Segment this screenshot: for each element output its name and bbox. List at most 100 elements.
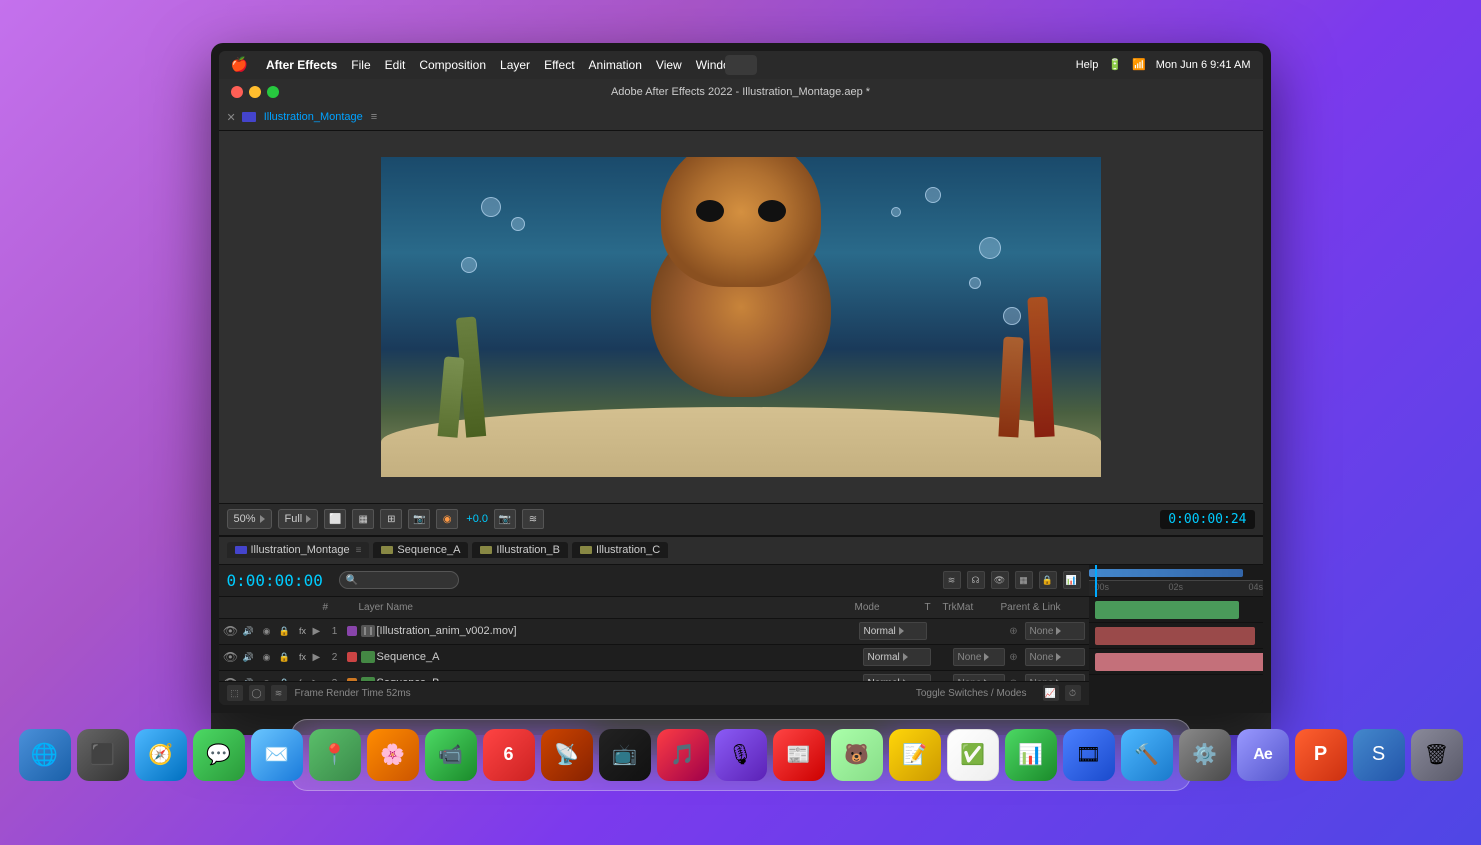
menu-item-view[interactable]: View [656, 58, 682, 72]
timeline-tab-label-1: Sequence_A [397, 544, 460, 556]
layer-1-mode-selector[interactable]: Normal [859, 622, 927, 640]
timeline-tab-illustration-b[interactable]: Illustration_B [472, 542, 568, 558]
layer-1-solo-button[interactable]: ◉ [259, 623, 275, 639]
layer-2-solo-button[interactable]: ◉ [259, 649, 275, 665]
timeline-tab-label-0: Illustration_Montage [251, 544, 350, 556]
dock-fantastical-icon[interactable]: 6 [483, 729, 535, 781]
dock-maps-icon[interactable]: 📍 [309, 729, 361, 781]
menu-item-layer[interactable]: Layer [500, 58, 530, 72]
menu-item-animation[interactable]: Animation [589, 58, 642, 72]
tab-icon-2 [480, 546, 492, 554]
dock-safari-icon[interactable]: 🧭 [135, 729, 187, 781]
menu-item-file[interactable]: File [351, 58, 370, 72]
enable-motion-blur-button[interactable]: ≋ [943, 571, 961, 589]
color-picker-button[interactable]: ◉ [436, 509, 458, 529]
menu-item-help[interactable]: Help [1076, 59, 1099, 71]
dock-appletv-icon[interactable]: 📺 [599, 729, 651, 781]
zoom-selector[interactable]: 50% [227, 509, 272, 529]
toggle-switches-button[interactable]: Toggle Switches / Modes [916, 688, 1027, 699]
dock-aftereffects-icon[interactable]: Ae [1237, 729, 1289, 781]
dock-podcasts-icon[interactable]: 🎙 [715, 729, 767, 781]
timeline-tab-sequence-a[interactable]: Sequence_A [373, 542, 468, 558]
lock-dims-button[interactable]: 🔒 [1039, 571, 1057, 589]
dock-trash-icon[interactable]: 🗑 [1411, 729, 1463, 781]
battery-icon: 🔋 [1108, 58, 1122, 71]
dock: 🌐 ⬛ 🧭 💬 ✉️ 📍 🌸 📹 6 📡 📺 [291, 719, 1191, 791]
region-of-interest-button[interactable]: ⬜ [324, 509, 346, 529]
dock-xcode-icon[interactable]: 🔨 [1121, 729, 1173, 781]
search-icon: 🔍 [346, 575, 358, 586]
solo-mode-button[interactable]: ◯ [249, 685, 265, 701]
dock-powerpoint-icon[interactable]: P [1295, 729, 1347, 781]
dock-music-icon[interactable]: 🎵 [657, 729, 709, 781]
apple-logo-icon[interactable]: 🍎 [231, 56, 248, 73]
layer-2-trkmat-selector[interactable]: None [953, 648, 1005, 666]
new-comp-button[interactable]: ⬚ [227, 685, 243, 701]
timeline-tab-illustration-montage[interactable]: Illustration_Montage ≡ [227, 542, 370, 558]
dock-news-icon[interactable]: 📰 [773, 729, 825, 781]
layer-1-lock-button[interactable]: 🔒 [277, 623, 293, 639]
comp-tab-menu-icon[interactable]: ≡ [371, 111, 377, 123]
dock-launchpad-icon[interactable]: ⬛ [77, 729, 129, 781]
layer-2-label [347, 652, 357, 662]
menu-item-effect[interactable]: Effect [544, 58, 574, 72]
enable-3d-button[interactable]: ☊ [967, 571, 985, 589]
time-remap-button[interactable]: ⏱ [1065, 685, 1081, 701]
dock-setapp-icon[interactable]: S [1353, 729, 1405, 781]
layer-search-input[interactable]: 🔍 [339, 571, 459, 589]
dock-bear-icon[interactable]: 🐻 [831, 729, 883, 781]
layer-2-visibility-button[interactable]: 👁 [223, 649, 239, 665]
layer-2-name[interactable]: Sequence_A [377, 651, 861, 663]
dock-notes-icon[interactable]: 📝 [889, 729, 941, 781]
layer-2-audio-button[interactable]: 🔊 [241, 649, 257, 665]
layer-1-bar[interactable] [1095, 601, 1239, 619]
dock-finder-icon[interactable]: 🌐 [19, 729, 71, 781]
viewer-grid-button[interactable]: ⊞ [380, 509, 402, 529]
dock-photos-icon[interactable]: 🌸 [367, 729, 419, 781]
layer-1-expand-button[interactable]: ▶ [313, 626, 325, 637]
frame-blending-button[interactable]: ▦ [1015, 571, 1033, 589]
toggle-transparency-button[interactable]: ▦ [352, 509, 374, 529]
quality-selector[interactable]: Full [278, 509, 319, 529]
dock-messages-icon[interactable]: 💬 [193, 729, 245, 781]
layer-1-audio-button[interactable]: 🔊 [241, 623, 257, 639]
playhead[interactable] [1095, 565, 1097, 597]
camera-button[interactable]: 📷 [494, 509, 516, 529]
dock-keynote-icon[interactable]: 🎞 [1063, 729, 1115, 781]
layer-1-effect-button[interactable]: fx [295, 623, 311, 639]
layer-2-expand-button[interactable]: ▶ [313, 652, 325, 663]
chart-view-button[interactable]: 📊 [1063, 571, 1081, 589]
comp-tab-title[interactable]: Illustration_Montage [264, 111, 363, 123]
menu-item-edit[interactable]: Edit [385, 58, 406, 72]
layer-3-bar[interactable] [1095, 653, 1263, 671]
menu-item-composition[interactable]: Composition [419, 58, 486, 72]
minimize-button[interactable] [249, 86, 261, 98]
layer-1-visibility-button[interactable]: 👁 [223, 623, 239, 639]
motion-blur-button[interactable]: ≋ [522, 509, 544, 529]
shy-layers-button[interactable]: 👁 [991, 571, 1009, 589]
comp-panel-close[interactable]: ✕ [227, 111, 236, 124]
timeline-tab-label-3: Illustration_C [596, 544, 660, 556]
snapshot-button[interactable]: 📷 [408, 509, 430, 529]
layer-2-parent-selector[interactable]: None [1025, 648, 1085, 666]
maximize-button[interactable] [267, 86, 279, 98]
layer-2-bar[interactable] [1095, 627, 1255, 645]
graph-editor-button[interactable]: 📈 [1043, 685, 1059, 701]
tab-menu-icon-0[interactable]: ≡ [356, 545, 362, 556]
close-button[interactable] [231, 86, 243, 98]
layer-2-lock-button[interactable]: 🔒 [277, 649, 293, 665]
motion-blur-toggle[interactable]: ≋ [271, 685, 287, 701]
dock-mail-icon[interactable]: ✉️ [251, 729, 303, 781]
dock-facetime-icon[interactable]: 📹 [425, 729, 477, 781]
layer-1-parent-selector[interactable]: None [1025, 622, 1085, 640]
layer-2-fx-button[interactable]: fx [295, 649, 311, 665]
dock-numbers-icon[interactable]: 📊 [1005, 729, 1057, 781]
dock-netnewswire-icon[interactable]: 📡 [541, 729, 593, 781]
dock-reminders-icon[interactable]: ✅ [947, 729, 999, 781]
timeline-tab-illustration-c[interactable]: Illustration_C [572, 542, 668, 558]
timeline-bars-area [1089, 597, 1263, 705]
layer-1-name[interactable]: [Illustration_anim_v002.mov] [377, 625, 857, 637]
dock-sysprefs-icon[interactable]: ⚙️ [1179, 729, 1231, 781]
layer-2-mode-selector[interactable]: Normal [863, 648, 931, 666]
menu-item-aftereffects[interactable]: After Effects [266, 58, 337, 72]
